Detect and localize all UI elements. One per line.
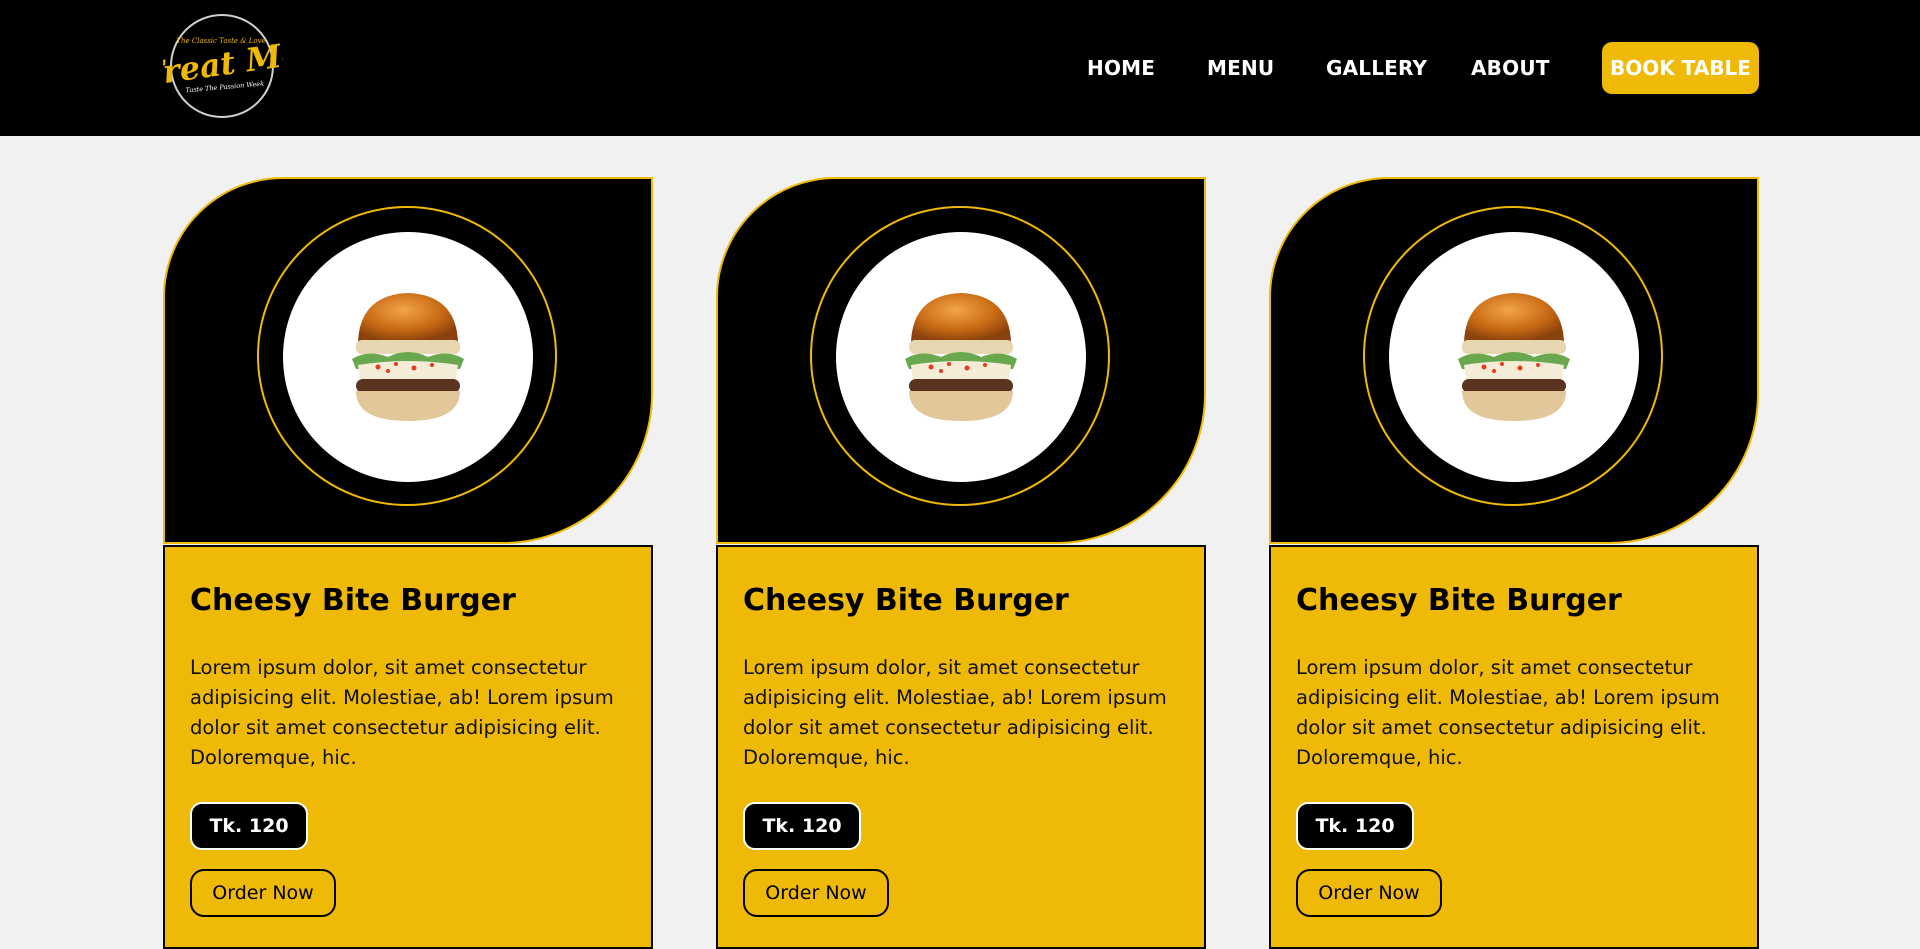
card-image-panel (1269, 177, 1759, 544)
burger-image (283, 232, 533, 482)
price-badge: Tk. 120 (1296, 802, 1414, 850)
card-title: Cheesy Bite Burger (190, 583, 516, 618)
card-description: Lorem ipsum dolor, sit amet consectetur … (743, 656, 1167, 769)
nav-home[interactable]: HOME (1087, 56, 1155, 80)
card-info-panel: Cheesy Bite Burger Lorem ipsum dolor, si… (1269, 545, 1759, 949)
card-description: Lorem ipsum dolor, sit amet consectetur … (1296, 656, 1720, 769)
card-image-panel (163, 177, 653, 544)
site-header: The Classic Taste & Love Treat Me Taste … (0, 0, 1920, 136)
nav-menu[interactable]: MENU (1207, 56, 1274, 80)
card-info-panel: Cheesy Bite Burger Lorem ipsum dolor, si… (716, 545, 1206, 949)
book-table-button[interactable]: BOOK TABLE (1602, 42, 1759, 94)
nav-gallery[interactable]: GALLERY (1326, 56, 1427, 80)
menu-card: Cheesy Bite Burger Lorem ipsum dolor, si… (163, 177, 653, 949)
card-title: Cheesy Bite Burger (1296, 583, 1622, 618)
menu-card: Cheesy Bite Burger Lorem ipsum dolor, si… (716, 177, 1206, 949)
burger-image (836, 232, 1086, 482)
nav-about[interactable]: ABOUT (1471, 56, 1550, 80)
treat-me-logo[interactable]: The Classic Taste & Love Treat Me Taste … (139, 13, 304, 119)
card-info-panel: Cheesy Bite Burger Lorem ipsum dolor, si… (163, 545, 653, 949)
price-badge: Tk. 120 (743, 802, 861, 850)
card-title: Cheesy Bite Burger (743, 583, 1069, 618)
menu-card: Cheesy Bite Burger Lorem ipsum dolor, si… (1269, 177, 1759, 949)
card-image-panel (716, 177, 1206, 544)
price-badge: Tk. 120 (190, 802, 308, 850)
burger-image (1389, 232, 1639, 482)
card-description: Lorem ipsum dolor, sit amet consectetur … (190, 656, 614, 769)
order-now-button[interactable]: Order Now (190, 869, 336, 917)
order-now-button[interactable]: Order Now (743, 869, 889, 917)
order-now-button[interactable]: Order Now (1296, 869, 1442, 917)
